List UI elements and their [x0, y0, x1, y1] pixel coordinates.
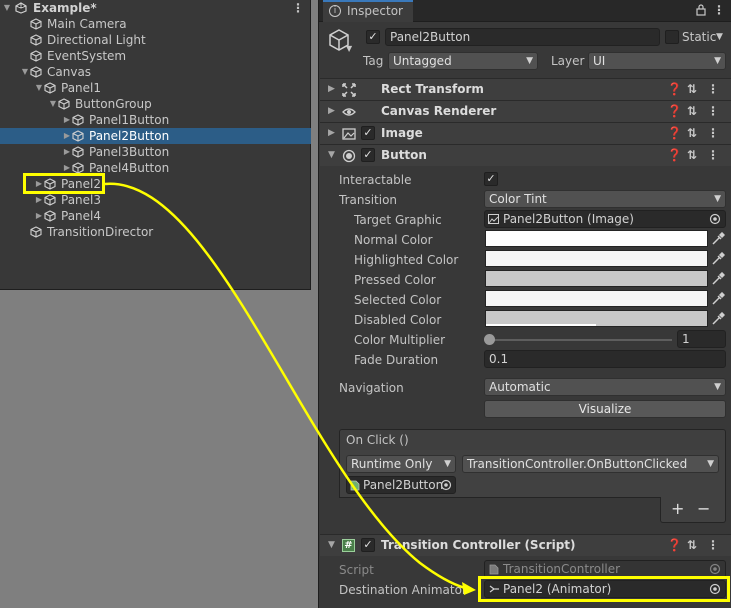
drag-arrow-overlay [104, 182, 476, 595]
drag-arrow-head [462, 582, 476, 595]
drag-arrow-path [104, 182, 466, 590]
